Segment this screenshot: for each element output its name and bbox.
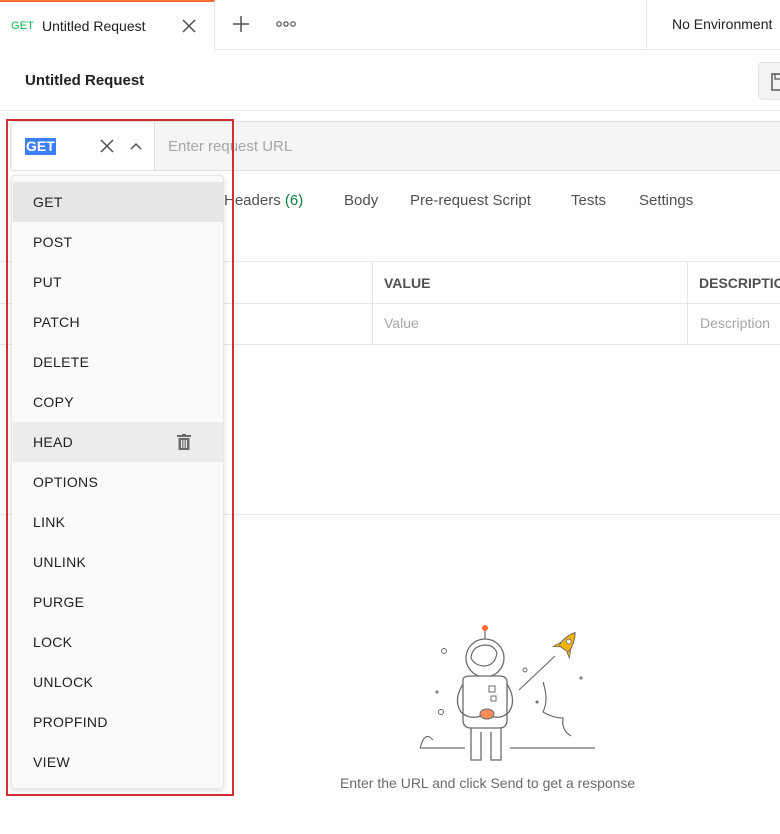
method-option-propfind[interactable]: PROPFIND [13,702,223,742]
method-option-delete[interactable]: DELETE [13,342,223,382]
tab-method-label: GET [11,20,35,32]
method-option-get[interactable]: GET [13,182,223,222]
tab-headers-label: Headers [224,192,281,209]
astronaut-rocket-illustration [419,625,595,761]
method-option-patch[interactable]: PATCH [13,302,223,342]
tab-body[interactable]: Body [344,192,378,209]
save-button[interactable] [758,62,780,100]
plus-icon[interactable] [230,13,252,35]
request-title[interactable]: Untitled Request [25,72,144,89]
tab-prerequest-script[interactable]: Pre-request Script [410,192,531,209]
tab-tests[interactable]: Tests [571,192,606,209]
column-header-value: VALUE [384,275,431,291]
column-header-description: DESCRIPTIO [699,275,780,291]
tab-headers[interactable]: Headers (6) [224,192,303,209]
environment-selector[interactable]: No Environment [672,16,772,32]
trash-icon[interactable] [177,434,191,450]
header-divider [0,110,780,111]
method-dropdown-menu: GET POST PUT PATCH DELETE COPY HEAD OPTI… [11,175,224,789]
save-icon [771,73,780,91]
postman-workspace: GET Untitled Request No Environment Unti… [0,0,780,834]
more-icon[interactable] [274,14,298,34]
method-option-copy[interactable]: COPY [13,382,223,422]
method-selected-value[interactable]: GET [25,138,56,155]
description-input[interactable]: Description [700,315,770,331]
close-icon[interactable] [180,17,198,35]
method-option-options[interactable]: OPTIONS [13,462,223,502]
environment-divider [646,0,647,50]
headers-count: (6) [284,192,304,209]
tab-title: Untitled Request [42,18,146,34]
chevron-up-icon[interactable] [128,138,144,154]
tab-settings[interactable]: Settings [639,192,693,209]
request-tab[interactable]: GET Untitled Request [0,0,215,50]
method-selector[interactable]: GET [12,122,155,170]
clear-icon[interactable] [98,137,116,155]
method-option-unlink[interactable]: UNLINK [13,542,223,582]
table-column-divider [687,261,688,345]
method-option-unlock[interactable]: UNLOCK [13,662,223,702]
tab-bar: GET Untitled Request No Environment [0,0,780,50]
response-empty-message: Enter the URL and click Send to get a re… [340,775,636,791]
method-option-head-label: HEAD [33,434,74,450]
method-option-link[interactable]: LINK [13,502,223,542]
method-option-put[interactable]: PUT [13,262,223,302]
method-option-lock[interactable]: LOCK [13,622,223,662]
value-input[interactable]: Value [384,315,419,331]
method-option-purge[interactable]: PURGE [13,582,223,622]
table-column-divider [372,261,373,345]
url-input[interactable] [156,122,780,170]
method-option-post[interactable]: POST [13,222,223,262]
method-option-view[interactable]: VIEW [13,742,223,782]
method-option-head[interactable]: HEAD [13,422,223,462]
